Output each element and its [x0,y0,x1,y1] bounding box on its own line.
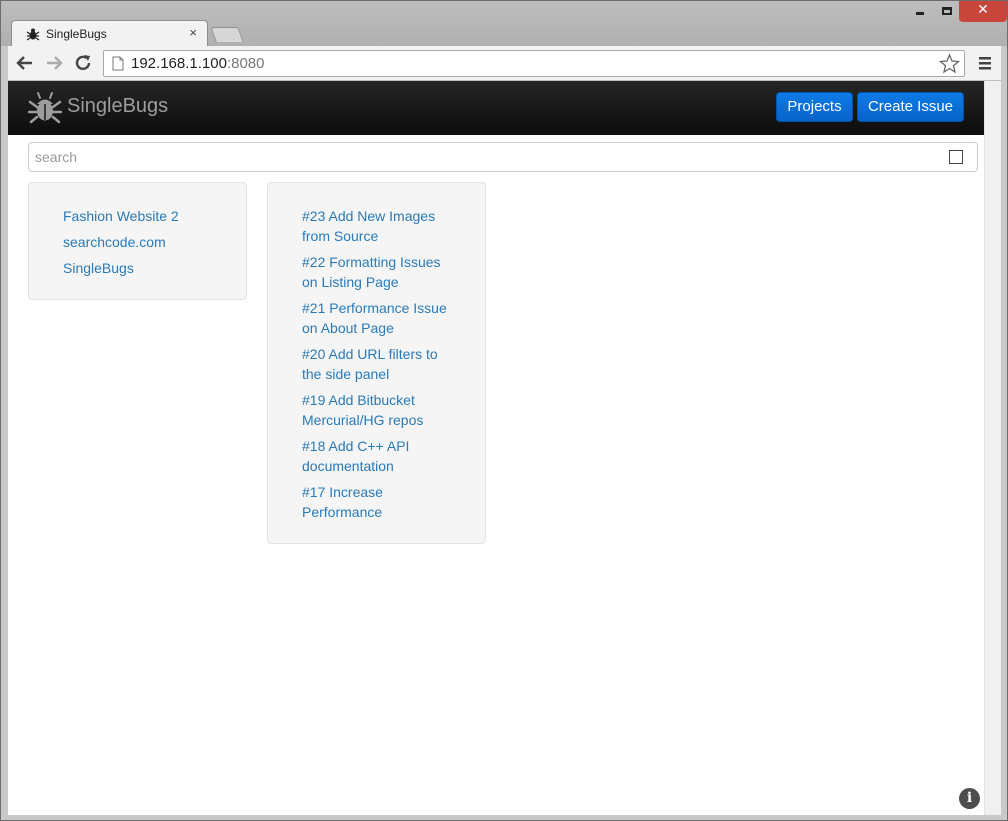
browser-toolbar: 192.168.1.100:8080 [8,46,1001,81]
project-list: Fashion Website 2 searchcode.com SingleB… [63,206,223,284]
bug-icon [26,28,40,41]
window-close-button[interactable]: ✕ [959,1,1007,22]
issues-panel: #23 Add New Images from Source #22 Forma… [267,182,486,544]
maximize-icon [942,7,952,15]
project-link[interactable]: Fashion Website 2 [63,206,223,226]
search-box [28,142,978,172]
browser-tab[interactable]: SingleBugs × [11,20,208,47]
page-icon [112,56,124,71]
create-issue-button[interactable]: Create Issue [857,92,964,122]
issue-link[interactable]: #20 Add URL filters to the side panel [302,344,457,384]
brand-name: SingleBugs [67,95,169,117]
vertical-scrollbar[interactable] [984,81,1001,815]
search-checkbox[interactable] [949,150,963,164]
url-port: :8080 [226,55,265,72]
close-icon: ✕ [977,2,989,18]
forward-arrow-icon[interactable] [43,52,65,74]
tab-close-icon[interactable]: × [189,25,197,40]
reload-icon[interactable] [72,52,94,74]
issue-link[interactable]: #23 Add New Images from Source [302,206,457,246]
issue-link[interactable]: #21 Performance Issue on About Page [302,298,457,338]
search-input[interactable] [29,143,929,171]
back-arrow-icon[interactable] [14,52,36,74]
project-link[interactable]: SingleBugs [63,258,223,278]
bug-logo-icon [28,92,62,124]
browser-window: SingleBugs × ✕ 192.168.1.100:8080 Single… [0,0,1008,821]
minimize-button[interactable] [906,1,933,21]
minimize-icon [916,12,924,15]
issue-link[interactable]: #19 Add Bitbucket Mercurial/HG repos [302,390,457,430]
new-tab-button[interactable] [210,27,244,42]
maximize-button[interactable] [933,1,960,21]
page-viewport: SingleBugs Projects Create Issue Fashion… [8,81,984,815]
issue-list: #23 Add New Images from Source #22 Forma… [302,206,457,528]
info-icon[interactable]: i [959,788,980,809]
issue-link[interactable]: #17 Increase Performance [302,482,457,522]
top-navbar: SingleBugs Projects Create Issue [8,81,984,135]
projects-button[interactable]: Projects [776,92,853,122]
issue-link[interactable]: #18 Add C++ API documentation [302,436,457,476]
url-text: 192.168.1.100:8080 [131,55,264,72]
project-link[interactable]: searchcode.com [63,232,223,252]
hamburger-menu-icon[interactable] [976,54,994,72]
address-bar[interactable]: 192.168.1.100:8080 [103,50,965,77]
bookmark-star-icon[interactable] [939,53,960,74]
url-host: 192.168.1.100 [131,55,227,72]
issue-link[interactable]: #22 Formatting Issues on Listing Page [302,252,457,292]
title-bar: SingleBugs × ✕ [1,1,1007,47]
tab-title: SingleBugs [46,27,107,41]
projects-panel: Fashion Website 2 searchcode.com SingleB… [28,182,247,300]
